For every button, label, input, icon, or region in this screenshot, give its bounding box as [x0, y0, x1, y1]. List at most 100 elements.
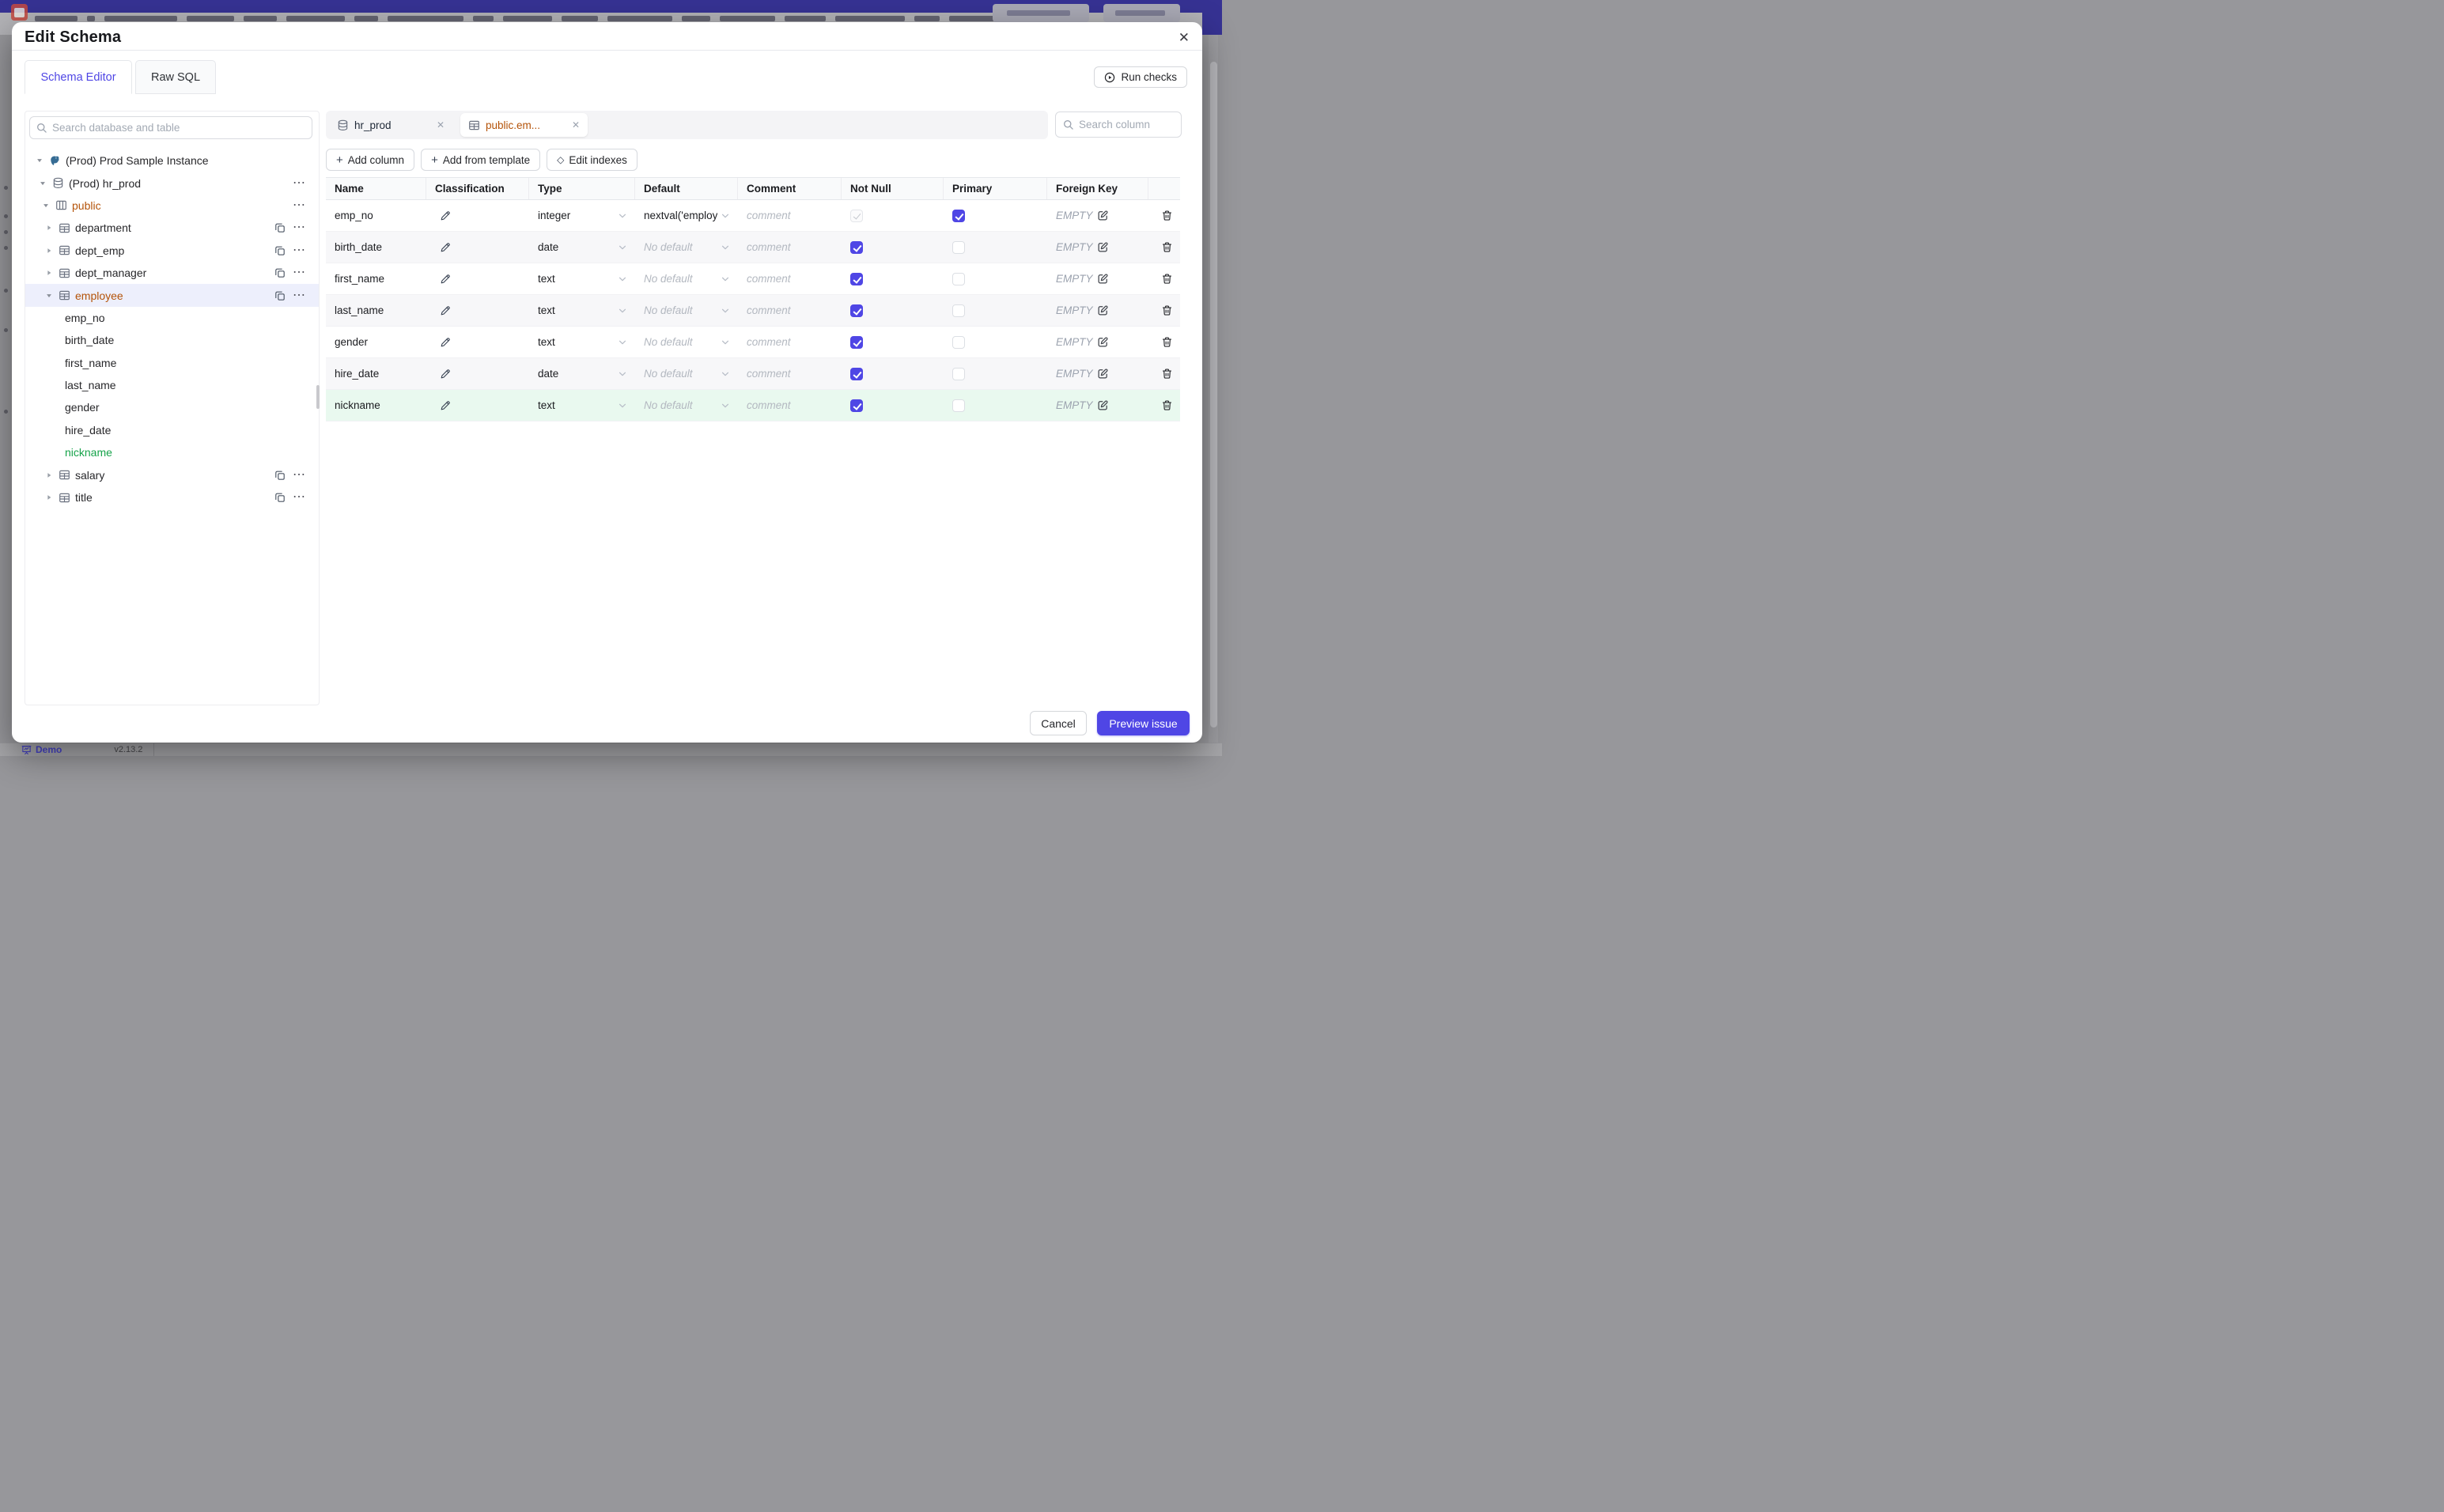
edit-foreign-key-icon[interactable] — [1097, 273, 1109, 285]
more-actions-icon[interactable]: ⋯ — [293, 468, 306, 482]
not-null-checkbox[interactable] — [850, 399, 863, 412]
delete-column-icon[interactable] — [1161, 336, 1173, 348]
foreign-key-cell[interactable]: EMPTY — [1047, 295, 1148, 326]
type-select[interactable]: text — [529, 263, 635, 294]
caret-down-icon[interactable] — [45, 292, 53, 300]
foreign-key-cell[interactable]: EMPTY — [1047, 200, 1148, 231]
tree-item-table-salary[interactable]: salary ⋯ — [25, 463, 319, 486]
tree-item-table-department[interactable]: department ⋯ — [25, 217, 319, 239]
caret-right-icon[interactable] — [45, 269, 53, 277]
tree-item-column-gender[interactable]: gender — [25, 396, 319, 418]
delete-column-icon[interactable] — [1161, 210, 1173, 221]
edit-foreign-key-icon[interactable] — [1097, 241, 1109, 253]
primary-checkbox[interactable] — [952, 272, 965, 285]
column-name[interactable]: nickname — [326, 390, 426, 421]
more-actions-icon[interactable]: ⋯ — [293, 491, 306, 504]
comment-input[interactable]: comment — [738, 390, 842, 421]
edit-foreign-key-icon[interactable] — [1097, 304, 1109, 316]
copy-icon[interactable] — [274, 290, 286, 301]
add-from-template-button[interactable]: + Add from template — [421, 149, 541, 171]
tab-raw-sql[interactable]: Raw SQL — [135, 60, 216, 94]
column-name[interactable]: last_name — [326, 295, 426, 326]
tree-item-database-hr-prod[interactable]: (Prod) hr_prod ⋯ — [25, 172, 319, 194]
foreign-key-cell[interactable]: EMPTY — [1047, 327, 1148, 357]
comment-input[interactable]: comment — [738, 263, 842, 294]
comment-input[interactable]: comment — [738, 327, 842, 357]
caret-right-icon[interactable] — [45, 247, 53, 255]
comment-input[interactable]: comment — [738, 358, 842, 389]
copy-icon[interactable] — [274, 492, 286, 503]
primary-checkbox[interactable] — [952, 209, 965, 222]
caret-down-icon[interactable] — [36, 157, 44, 164]
copy-icon[interactable] — [274, 222, 286, 233]
foreign-key-cell[interactable]: EMPTY — [1047, 358, 1148, 389]
close-icon[interactable]: ✕ — [1178, 31, 1190, 44]
classification-pencil-icon[interactable] — [440, 400, 451, 411]
tree-item-table-employee[interactable]: employee ⋯ — [25, 284, 319, 307]
classification-pencil-icon[interactable] — [440, 210, 451, 221]
tree-item-column-first-name[interactable]: first_name — [25, 352, 319, 374]
tree-item-table-title[interactable]: title ⋯ — [25, 486, 319, 508]
tab-schema-editor[interactable]: Schema Editor — [25, 60, 132, 94]
caret-down-icon[interactable] — [39, 180, 47, 187]
foreign-key-cell[interactable]: EMPTY — [1047, 263, 1148, 294]
foreign-key-cell[interactable]: EMPTY — [1047, 232, 1148, 263]
primary-checkbox[interactable] — [952, 304, 965, 317]
classification-pencil-icon[interactable] — [440, 369, 451, 380]
open-tab-hr-prod[interactable]: hr_prod ✕ — [326, 119, 452, 131]
more-actions-icon[interactable]: ⋯ — [293, 289, 306, 302]
close-tab-icon[interactable]: ✕ — [572, 119, 580, 130]
run-checks-button[interactable]: Run checks — [1094, 66, 1187, 88]
not-null-checkbox[interactable] — [850, 240, 863, 254]
classification-pencil-icon[interactable] — [440, 337, 451, 348]
default-select[interactable]: nextval('employ — [635, 200, 738, 231]
column-name[interactable]: emp_no — [326, 200, 426, 231]
delete-column-icon[interactable] — [1161, 368, 1173, 380]
type-select[interactable]: text — [529, 295, 635, 326]
tree-item-column-birth-date[interactable]: birth_date — [25, 329, 319, 351]
tree-item-instance[interactable]: (Prod) Prod Sample Instance — [25, 149, 319, 172]
primary-checkbox[interactable] — [952, 240, 965, 254]
more-actions-icon[interactable]: ⋯ — [293, 198, 306, 212]
default-select[interactable]: No default — [635, 327, 738, 357]
caret-right-icon[interactable] — [45, 224, 53, 232]
default-select[interactable]: No default — [635, 390, 738, 421]
delete-column-icon[interactable] — [1161, 399, 1173, 411]
default-select[interactable]: No default — [635, 232, 738, 263]
tree-scrollbar-thumb[interactable] — [316, 385, 320, 409]
classification-pencil-icon[interactable] — [440, 242, 451, 253]
edit-foreign-key-icon[interactable] — [1097, 210, 1109, 221]
edit-foreign-key-icon[interactable] — [1097, 399, 1109, 411]
not-null-checkbox[interactable] — [850, 335, 863, 349]
more-actions-icon[interactable]: ⋯ — [293, 221, 306, 234]
add-column-button[interactable]: + Add column — [326, 149, 415, 171]
cancel-button[interactable]: Cancel — [1030, 711, 1087, 735]
copy-icon[interactable] — [274, 267, 286, 278]
column-name[interactable]: birth_date — [326, 232, 426, 263]
tree-item-table-dept-manager[interactable]: dept_manager ⋯ — [25, 262, 319, 284]
more-actions-icon[interactable]: ⋯ — [293, 176, 306, 190]
delete-column-icon[interactable] — [1161, 304, 1173, 316]
column-name[interactable]: gender — [326, 327, 426, 357]
comment-input[interactable]: comment — [738, 232, 842, 263]
tree-item-column-emp-no[interactable]: emp_no — [25, 307, 319, 329]
tree-search-input[interactable] — [52, 122, 305, 134]
open-tab-public-employee[interactable]: public.em... ✕ — [460, 113, 588, 137]
default-select[interactable]: No default — [635, 263, 738, 294]
tree-item-column-last-name[interactable]: last_name — [25, 374, 319, 396]
classification-pencil-icon[interactable] — [440, 305, 451, 316]
delete-column-icon[interactable] — [1161, 273, 1173, 285]
primary-checkbox[interactable] — [952, 399, 965, 412]
edit-indexes-button[interactable]: ◇ Edit indexes — [547, 149, 637, 171]
close-tab-icon[interactable]: ✕ — [437, 119, 445, 130]
default-select[interactable]: No default — [635, 358, 738, 389]
type-select[interactable]: integer — [529, 200, 635, 231]
more-actions-icon[interactable]: ⋯ — [293, 266, 306, 279]
type-select[interactable]: text — [529, 327, 635, 357]
caret-right-icon[interactable] — [45, 493, 53, 501]
not-null-checkbox[interactable] — [850, 304, 863, 317]
classification-pencil-icon[interactable] — [440, 274, 451, 285]
edit-foreign-key-icon[interactable] — [1097, 368, 1109, 380]
delete-column-icon[interactable] — [1161, 241, 1173, 253]
column-name[interactable]: first_name — [326, 263, 426, 294]
